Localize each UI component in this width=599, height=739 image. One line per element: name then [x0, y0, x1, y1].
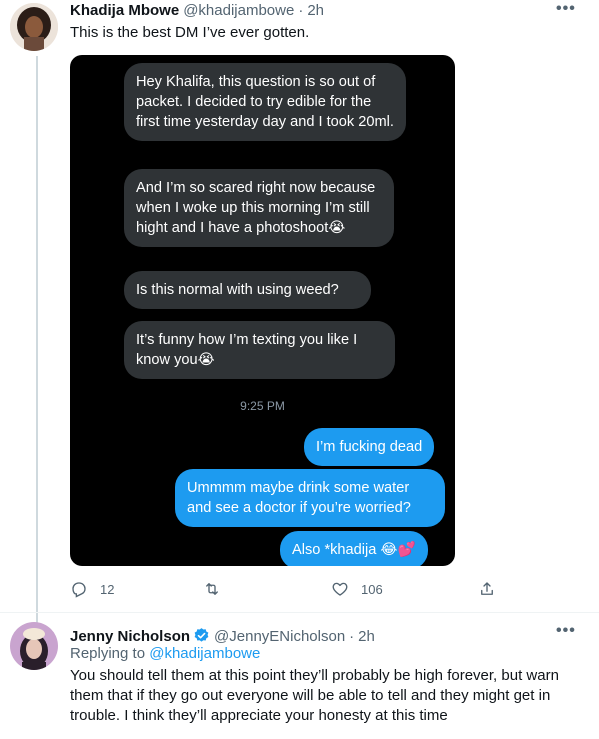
more-options-icon[interactable]: ••• [556, 0, 576, 18]
reply-icon [72, 582, 86, 598]
retweet-icon [206, 583, 218, 595]
author-avatar[interactable] [10, 3, 58, 51]
dm-message-incoming: And I’m so scared right now because when… [124, 169, 394, 247]
tweet-actions: 12 106 [70, 580, 510, 602]
reply-author-handle[interactable]: @JennyENicholson [214, 628, 345, 645]
dm-message-outgoing: Also *khadija 😂💕 [280, 531, 428, 566]
dm-screenshot[interactable]: Hey Khalifa, this question is so out of … [70, 55, 455, 566]
tweet-text: This is the best DM I’ve ever gotten. [70, 24, 310, 41]
reply-text: You should tell them at this point they’… [70, 667, 559, 724]
like-count: 106 [361, 581, 383, 597]
separator-dot: · [349, 628, 355, 645]
reply-tweet[interactable]: Jenny Nicholson @JennyENicholson · 2h ••… [0, 613, 599, 739]
share-icon [481, 582, 493, 595]
dm-timestamp: 9:25 PM [240, 399, 285, 413]
reply-count: 12 [100, 581, 115, 597]
dm-message-outgoing: Ummmm maybe drink some water and see a d… [175, 469, 445, 527]
reply-button[interactable]: 12 [70, 580, 114, 598]
author-name[interactable]: Khadija Mbowe [70, 2, 179, 19]
separator-dot: · [298, 2, 304, 19]
reply-author-avatar[interactable] [10, 622, 58, 670]
heart-icon [332, 582, 348, 596]
share-button[interactable] [478, 580, 496, 598]
dm-message-outgoing: I’m fucking dead [304, 428, 435, 466]
dm-message-incoming: Is this normal with using weed? [124, 271, 371, 309]
like-button[interactable]: 106 [331, 580, 383, 598]
dm-message-incoming: Hey Khalifa, this question is so out of … [124, 63, 406, 141]
reply-time[interactable]: 2h [358, 628, 375, 645]
tweet-header: Khadija Mbowe @khadijambowe · 2h [70, 2, 324, 19]
reply-header: Jenny Nicholson @JennyENicholson · 2h [70, 624, 375, 645]
dm-message-incoming: It’s funny how I’m texting you like I kn… [124, 321, 395, 379]
replying-to-mention[interactable]: @khadijambowe [149, 645, 260, 662]
reply-author-name[interactable]: Jenny Nicholson [70, 628, 190, 645]
replying-to-label: Replying to [70, 645, 146, 662]
main-tweet[interactable]: Khadija Mbowe @khadijambowe · 2h ••• Thi… [0, 0, 599, 616]
thread-line [36, 56, 38, 616]
retweet-button[interactable] [203, 580, 233, 598]
replying-to: Replying to @khadijambowe [70, 645, 260, 662]
author-handle[interactable]: @khadijambowe [183, 2, 294, 19]
tweet-time[interactable]: 2h [307, 2, 324, 19]
verified-badge-icon [194, 628, 209, 642]
reply-more-options-icon[interactable]: ••• [556, 622, 576, 640]
